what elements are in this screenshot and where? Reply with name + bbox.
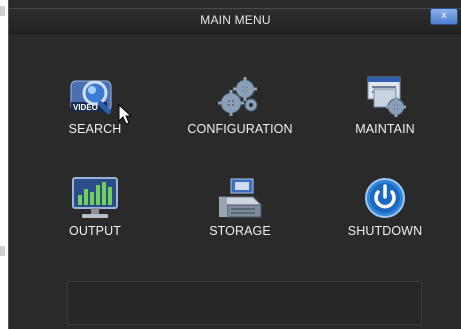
gears-icon <box>215 75 265 124</box>
monitor-icon <box>70 177 120 226</box>
menu-label-search: SEARCH <box>68 122 122 136</box>
menu-label-configuration: CONFIGURATION <box>187 122 293 136</box>
status-info-panel <box>67 281 422 325</box>
hard-drive-icon <box>215 177 265 226</box>
mouse-cursor-icon <box>118 104 132 125</box>
menu-item-maintain[interactable]: MAINTAIN <box>315 75 455 165</box>
window-title: MAIN MENU <box>200 13 271 27</box>
menu-label-maintain: MAINTAIN <box>355 122 415 136</box>
power-icon <box>360 177 410 226</box>
menu-label-output: OUTPUT <box>69 224 121 238</box>
menu-item-storage[interactable]: STORAGE <box>170 177 310 267</box>
desktop-edge <box>0 0 8 329</box>
menu-label-storage: STORAGE <box>209 224 271 238</box>
menu-item-shutdown[interactable]: SHUTDOWN <box>315 177 455 267</box>
menu-item-search[interactable]: VIDEO SEARCH <box>25 75 165 165</box>
menu-item-configuration[interactable]: CONFIGURATION <box>170 75 310 165</box>
menu-item-output[interactable]: OUTPUT <box>25 177 165 267</box>
video-search-icon: VIDEO <box>68 75 122 124</box>
close-button[interactable]: x <box>430 8 458 25</box>
maintain-icon <box>360 75 410 124</box>
main-menu-window: MAIN MENU x VIDEO SEARCH CONFIGURATION M… <box>8 0 461 329</box>
title-bar: MAIN MENU x <box>9 8 461 34</box>
menu-label-shutdown: SHUTDOWN <box>347 224 423 238</box>
